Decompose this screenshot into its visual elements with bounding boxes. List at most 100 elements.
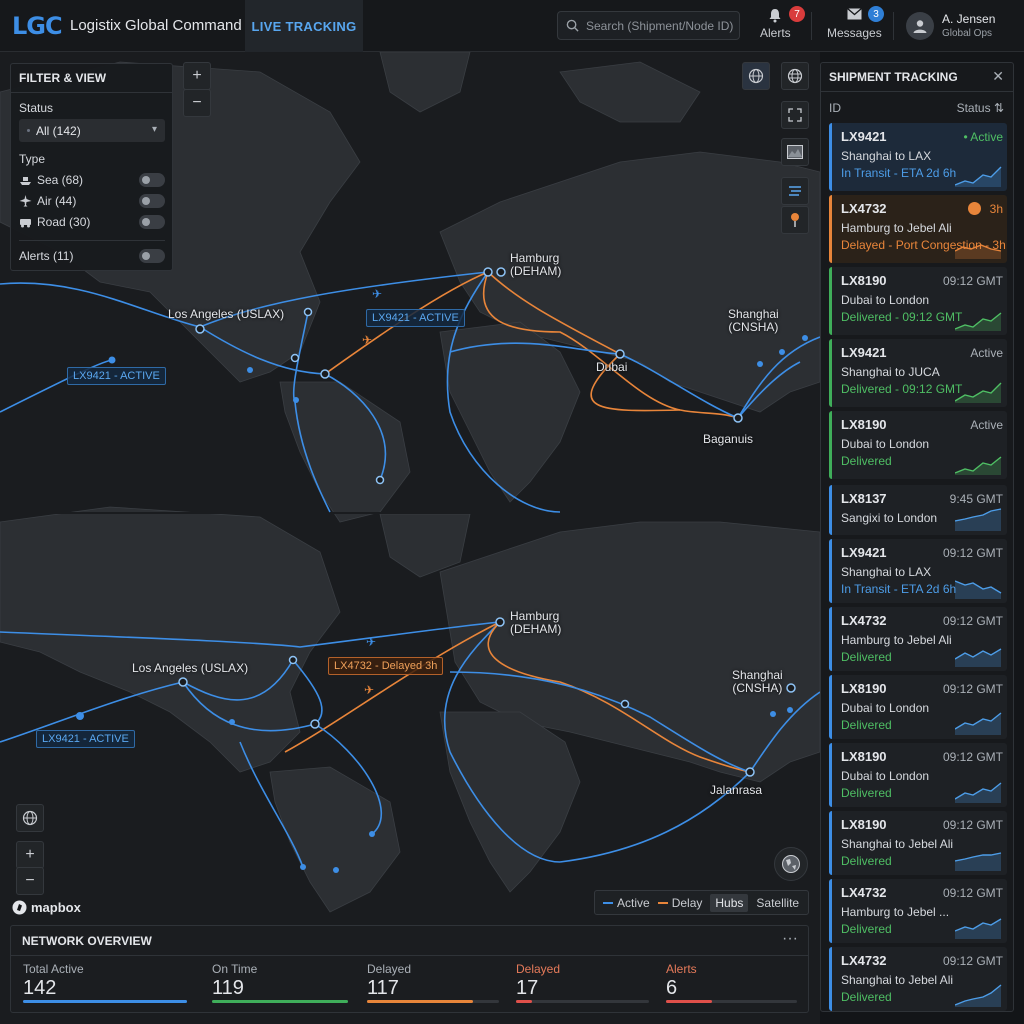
filter-row-road[interactable]: Road (30) bbox=[19, 213, 165, 231]
city-label-los-angeles[interactable]: Los Angeles (USLAX) bbox=[132, 662, 248, 675]
shipment-panel-title: SHIPMENT TRACKING bbox=[829, 70, 958, 84]
shipment-status-time: 09:12 GMT bbox=[942, 682, 1003, 696]
alerts-toggle[interactable] bbox=[139, 249, 165, 263]
shipment-status: Delivered bbox=[841, 990, 892, 1004]
kpi-label: Alerts bbox=[666, 962, 697, 976]
city-label-los-angeles[interactable]: Los Angeles (USLAX) bbox=[168, 308, 284, 321]
map-legend: Active Delay Hubs Satellite bbox=[594, 890, 809, 915]
sea-toggle[interactable] bbox=[139, 173, 165, 187]
shipment-route: Dubai to London bbox=[841, 701, 930, 715]
mapbox-attribution[interactable]: mapbox bbox=[12, 900, 81, 915]
close-icon[interactable]: ✕ bbox=[992, 68, 1004, 85]
legend-delay[interactable]: Delay bbox=[657, 896, 702, 910]
route-tag[interactable]: LX4732 - Delayed 3h bbox=[328, 657, 444, 675]
user-icon bbox=[913, 20, 927, 33]
route-tag[interactable]: LX9421 - ACTIVE bbox=[67, 367, 166, 385]
shipment-card[interactable]: LX9421 09:12 GMT Shanghai to LAX In Transit… bbox=[829, 539, 1007, 603]
globe-reset-button[interactable] bbox=[16, 804, 44, 832]
truck-icon bbox=[20, 218, 31, 227]
shipment-card[interactable]: LX8190 09:12 GMT Dubai to London Delivered bbox=[829, 675, 1007, 739]
sparkline bbox=[955, 312, 1002, 331]
filter-row-sea[interactable]: Sea (68) bbox=[19, 171, 165, 189]
shipment-card[interactable]: LX4732 09:12 GMT Shanghai to Jebel Ali Deli… bbox=[829, 947, 1007, 1011]
globe-view-button[interactable] bbox=[742, 62, 770, 90]
kpi-value: 6 bbox=[666, 977, 678, 999]
city-label-singapore[interactable]: Jalanrasa bbox=[710, 784, 762, 797]
shipment-status-time: 9:45 GMT bbox=[949, 492, 1003, 506]
zoom-in-button[interactable]: + bbox=[16, 841, 44, 869]
kpi-delayed[interactable]: Delayed 117 bbox=[367, 962, 499, 1003]
kpi-value: 119 bbox=[212, 977, 244, 999]
svg-text:✈: ✈ bbox=[366, 635, 376, 649]
city-label-shanghai[interactable]: Shanghai (CNSHA) bbox=[728, 308, 779, 334]
divider bbox=[19, 240, 165, 241]
city-label-hamburg[interactable]: Hamburg (DEHAM) bbox=[510, 252, 561, 278]
avatar[interactable] bbox=[906, 12, 934, 40]
shipment-card[interactable]: LX8137 9:45 GMT Sangixi to London bbox=[829, 485, 1007, 535]
messages-button[interactable]: 3 Messages bbox=[827, 6, 884, 40]
city-label-singapore[interactable]: Baganuis bbox=[703, 433, 753, 446]
locate-button[interactable] bbox=[781, 206, 809, 234]
search-input[interactable]: Search (Shipment/Node ID) bbox=[557, 11, 740, 40]
zoom-in-button[interactable]: + bbox=[183, 62, 211, 90]
shipment-id: LX4732 bbox=[841, 613, 887, 628]
air-toggle[interactable] bbox=[139, 194, 165, 208]
map-style-button[interactable] bbox=[781, 138, 809, 166]
projection-button[interactable] bbox=[781, 62, 809, 90]
legend-active[interactable]: Active bbox=[603, 896, 650, 910]
alerts-button[interactable]: 7 Alerts bbox=[760, 6, 805, 40]
mail-icon bbox=[846, 8, 862, 20]
messages-label: Messages bbox=[827, 26, 882, 40]
shipment-id: LX8190 bbox=[841, 817, 887, 832]
kpi-label: Delayed bbox=[367, 962, 412, 976]
filter-row-alerts[interactable]: Alerts (11) bbox=[19, 247, 165, 265]
column-header-id[interactable]: ID bbox=[829, 101, 841, 115]
messages-badge: 3 bbox=[868, 6, 884, 22]
layers-button[interactable] bbox=[781, 177, 809, 205]
shipment-card[interactable]: LX9421 • Active Shanghai to LAX In Transit … bbox=[829, 123, 1007, 191]
legend-satellite-toggle[interactable]: Satellite bbox=[756, 896, 799, 910]
network-overview-panel: NETWORK OVERVIEW ··· Total Active 142 On… bbox=[10, 925, 809, 1013]
shipment-id: LX4732 bbox=[841, 953, 887, 968]
shipment-card[interactable]: LX8190 Active Dubai to London Delivered bbox=[829, 411, 1007, 479]
city-label-dubai[interactable]: Dubai bbox=[596, 361, 627, 374]
zoom-out-button[interactable]: − bbox=[183, 89, 211, 117]
fullscreen-button[interactable] bbox=[781, 101, 809, 129]
shipment-card[interactable]: LX4732 3h Hamburg to Jebel Ali Delayed - Po… bbox=[829, 195, 1007, 263]
shipment-card[interactable]: LX8190 09:12 GMT Dubai to London Delivered bbox=[829, 743, 1007, 807]
filter-panel: FILTER & VIEW Status All (142) ▾ Type Se… bbox=[10, 63, 173, 271]
kpi-alerts[interactable]: Alerts 6 bbox=[666, 962, 797, 1003]
earth-view-button[interactable] bbox=[774, 847, 808, 881]
kpi-on-time[interactable]: On Time 119 bbox=[212, 962, 348, 1003]
road-toggle[interactable] bbox=[139, 215, 165, 229]
shipment-status: Delivered bbox=[841, 718, 892, 732]
sparkline bbox=[955, 508, 1002, 531]
kpi-value: 117 bbox=[367, 977, 399, 999]
shipment-card[interactable]: LX8190 09:12 GMT Dubai to London Delivered … bbox=[829, 267, 1007, 335]
shipment-status: Delivered bbox=[841, 854, 892, 868]
user-name[interactable]: A. Jensen bbox=[942, 12, 995, 26]
route-tag[interactable]: LX9421 - ACTIVE bbox=[36, 730, 135, 748]
column-header-status[interactable]: Status ⇅ bbox=[957, 101, 1004, 115]
route-tag[interactable]: LX9421 - ACTIVE bbox=[366, 309, 465, 327]
filter-sea-label: Sea (68) bbox=[37, 173, 84, 187]
shipment-card[interactable]: LX9421 Active Shanghai to JUCA Delivered - … bbox=[829, 339, 1007, 407]
shipment-route: Shanghai to LAX bbox=[841, 149, 932, 163]
kpi-value: 17 bbox=[516, 977, 539, 999]
shipment-card[interactable]: LX4732 09:12 GMT Hamburg to Jebel ... Deliv… bbox=[829, 879, 1007, 943]
tab-live-tracking[interactable]: LIVE TRACKING bbox=[245, 0, 363, 52]
kpi-delayed-2[interactable]: Delayed 17 bbox=[516, 962, 649, 1003]
legend-hubs-toggle[interactable]: Hubs bbox=[710, 893, 749, 912]
city-label-hamburg[interactable]: Hamburg (DEHAM) bbox=[510, 610, 561, 636]
shipment-card[interactable]: LX4732 09:12 GMT Hamburg to Jebel Ali Deliv… bbox=[829, 607, 1007, 671]
shipment-status-time: Active bbox=[970, 418, 1003, 432]
city-label-shanghai[interactable]: Shanghai (CNSHA) bbox=[732, 669, 783, 695]
more-options-icon[interactable]: ··· bbox=[782, 930, 798, 948]
filter-row-air[interactable]: Air (44) bbox=[19, 192, 165, 210]
shipment-card[interactable]: LX8190 09:12 GMT Shanghai to Jebel Ali Deli… bbox=[829, 811, 1007, 875]
kpi-total-active[interactable]: Total Active 142 bbox=[23, 962, 187, 1003]
zoom-out-button[interactable]: − bbox=[16, 867, 44, 895]
kpi-value: 142 bbox=[23, 977, 57, 999]
app-logo[interactable]: LGC bbox=[12, 12, 63, 40]
status-select[interactable]: All (142) ▾ bbox=[19, 119, 165, 142]
